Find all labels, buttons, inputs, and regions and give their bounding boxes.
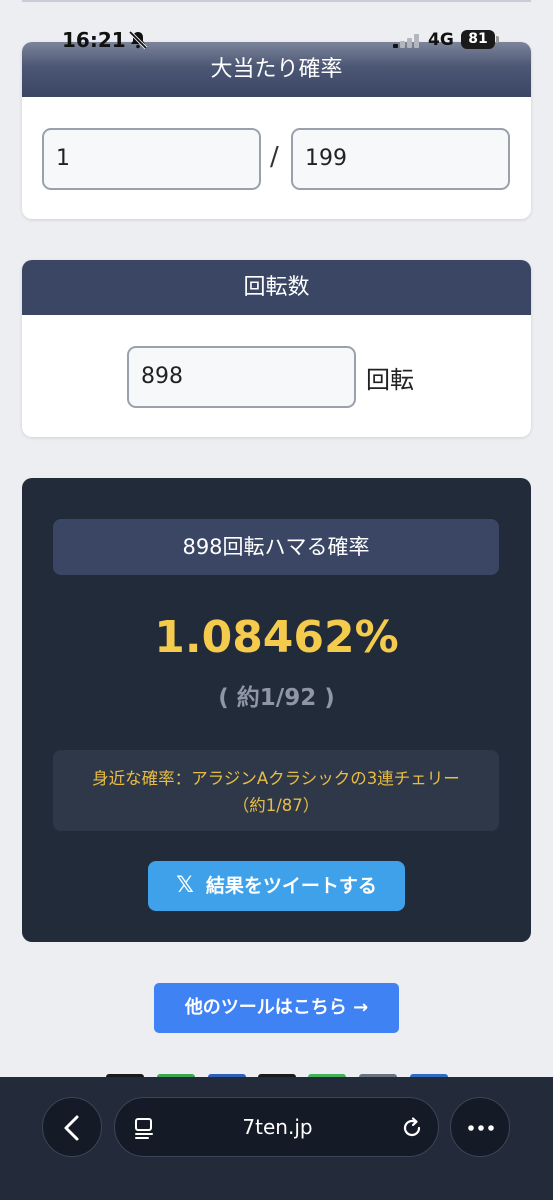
browser-toolbar: 7ten.jp (0, 1077, 553, 1200)
status-time: 16:21 (62, 28, 126, 52)
denominator-input[interactable]: 199 (291, 128, 510, 190)
spins-card: 回転数 898 回転 (22, 260, 531, 437)
more-button[interactable] (450, 1097, 510, 1157)
back-button[interactable] (42, 1097, 102, 1157)
fraction-separator: / (270, 142, 279, 172)
result-approx: ( 約1/92 ) (218, 685, 335, 711)
familiar-probability: 身近な確率：アラジンAクラシックの3連チェリー （約1/87） (53, 750, 499, 831)
result-panel: 898回転ハマる確率 1.08462% ( 約1/92 ) 身近な確率：アラジン… (22, 478, 531, 942)
status-bar: 16:21 4G 81 (0, 26, 553, 56)
reload-icon[interactable] (400, 1116, 424, 1140)
silent-bell-icon (128, 30, 148, 50)
tweet-button-label: 結果をツイートする (205, 875, 377, 897)
hit-probability-card: 大当たり確率 1 / 199 (22, 42, 531, 219)
url-text: 7ten.jp (242, 1115, 313, 1139)
tweet-button[interactable]: 𝕏 結果をツイートする (148, 861, 405, 911)
battery-icon: 81 (461, 30, 495, 49)
chevron-left-icon (64, 1115, 79, 1141)
familiar-probability-value: （約1/87） (232, 796, 320, 815)
numerator-input[interactable]: 1 (42, 128, 261, 190)
address-bar[interactable]: 7ten.jp (114, 1097, 439, 1157)
result-title: 898回転ハマる確率 (53, 519, 499, 575)
spins-title: 回転数 (22, 260, 531, 315)
x-logo-icon: 𝕏 (176, 873, 194, 898)
network-type: 4G (428, 30, 454, 50)
spins-unit-label: 回転 (366, 366, 414, 394)
familiar-probability-text: 身近な確率：アラジンAクラシックの3連チェリー (92, 769, 460, 788)
top-divider (22, 0, 531, 2)
spins-input[interactable]: 898 (127, 346, 356, 408)
result-percent: 1.08462% (154, 612, 399, 663)
other-tools-button[interactable]: 他のツールはこちら → (154, 983, 399, 1033)
more-dots-icon (468, 1125, 494, 1131)
battery-tip (496, 36, 499, 43)
cellular-signal-icon (393, 34, 421, 48)
